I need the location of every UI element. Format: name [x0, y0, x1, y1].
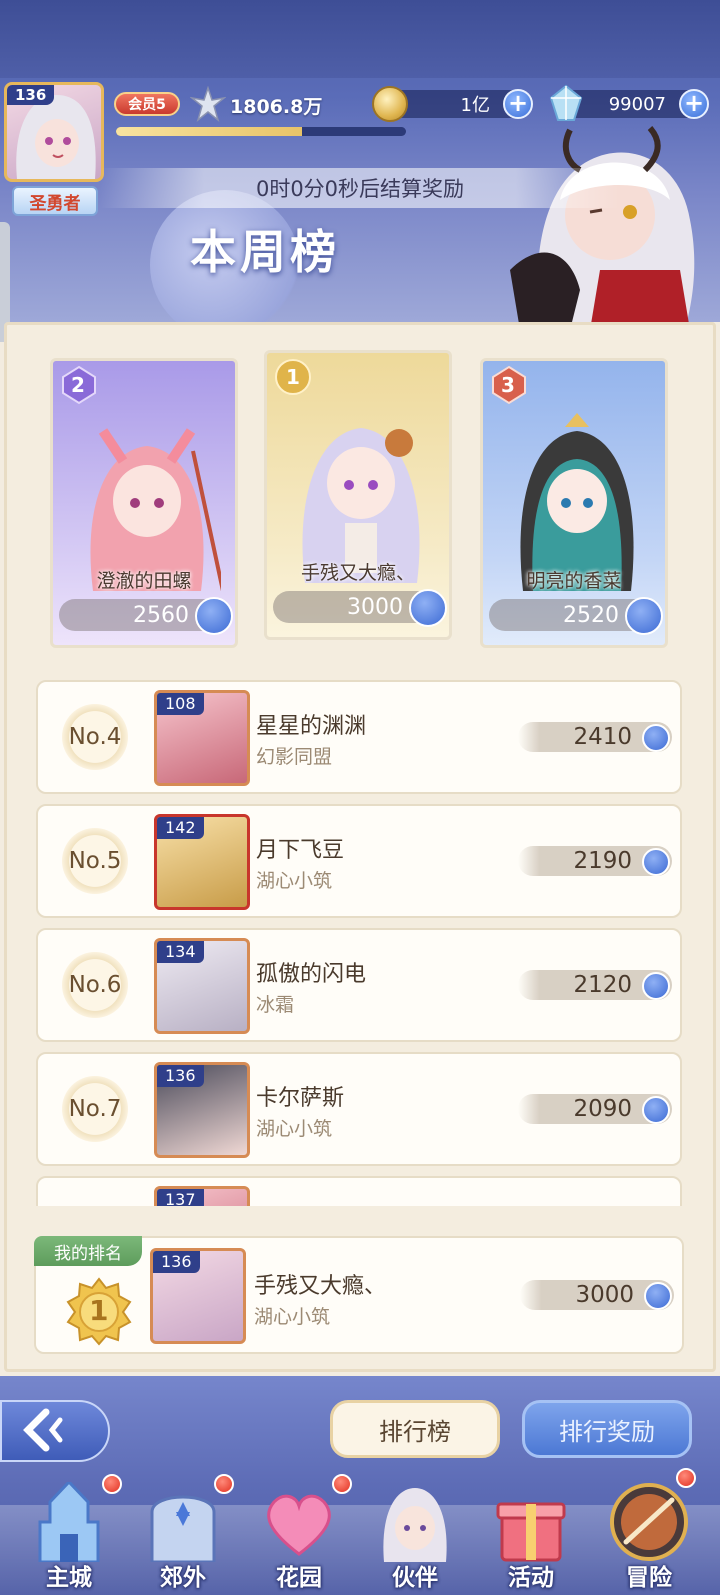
player-name: 卡尔萨斯 — [256, 1086, 345, 1111]
combat-power-icon — [190, 86, 226, 123]
player-level: 108 — [157, 693, 204, 715]
view-details-icon[interactable] — [642, 848, 670, 876]
podium-player-name: 明亮的香菜 — [526, 570, 622, 592]
nav-label: 郊外 — [160, 1565, 206, 1591]
player-name: 孤傲的闪电 — [256, 962, 367, 987]
nav-garden[interactable]: 花园 — [244, 1474, 354, 1594]
nav-label: 伙伴 — [392, 1565, 438, 1591]
guild-name: 幻影同盟 — [256, 746, 333, 768]
banner-character-art — [510, 126, 695, 322]
rank-number: No.6 — [62, 952, 128, 1018]
back-arrow-icon — [23, 1408, 63, 1452]
player-level: 136 — [7, 85, 55, 105]
castle-icon — [38, 1482, 100, 1562]
nav-outskirts[interactable]: 郊外 — [128, 1474, 238, 1594]
combat-power-value: 1806.8万 — [230, 96, 323, 118]
podium-rank-1[interactable]: 1 手残又大瘾、 3000 — [264, 350, 452, 640]
nav-label: 活动 — [508, 1565, 554, 1591]
table-row[interactable]: 137 — [36, 1176, 682, 1206]
avatar: 136 — [154, 1062, 250, 1158]
page-title: 本周榜 — [190, 225, 340, 279]
player-title-badge[interactable]: 圣勇者 — [12, 186, 98, 216]
guild-name: 湖心小筑 — [256, 1118, 333, 1140]
podium-character-art — [520, 413, 634, 591]
view-details-icon[interactable] — [409, 589, 447, 627]
settlement-timer: 0时0分0秒后结算奖励 — [100, 168, 620, 208]
tab-leaderboard[interactable]: 排行榜 — [330, 1400, 500, 1458]
nav-label: 花园 — [276, 1565, 322, 1591]
notification-dot — [102, 1474, 122, 1494]
gate-icon — [150, 1495, 216, 1562]
podium-rank-3[interactable]: 3 明亮的香菜 2520 — [480, 358, 668, 648]
podium-player-name: 澄澈的田螺 — [96, 570, 192, 592]
table-row[interactable]: No.7 136 卡尔萨斯 湖心小筑 2090 — [36, 1052, 682, 1166]
avatar: 108 — [154, 690, 250, 786]
exp-bar-fill — [116, 127, 302, 136]
avatar: 142 — [154, 814, 250, 910]
view-details-icon[interactable] — [644, 1282, 672, 1310]
podium-player-name: 手残又大瘾、 — [300, 562, 415, 584]
nav-events[interactable]: 活动 — [476, 1482, 586, 1594]
player-name: 月下飞豆 — [256, 838, 345, 863]
tab-rank-rewards[interactable]: 排行奖励 — [522, 1400, 692, 1458]
rank-number: No.7 — [62, 1076, 128, 1142]
podium-character-art — [302, 428, 420, 583]
avatar: 137 — [154, 1186, 250, 1206]
view-details-icon[interactable] — [195, 597, 233, 635]
podium-character-art — [90, 428, 221, 591]
sword-icon — [610, 1483, 688, 1561]
rank-number: No.4 — [62, 704, 128, 770]
gift-icon — [496, 1502, 566, 1562]
player-avatar[interactable]: 136 — [4, 82, 104, 182]
my-rank-number: 1 — [89, 1294, 109, 1327]
avatar: 134 — [154, 938, 250, 1034]
top-strip — [0, 0, 720, 78]
notification-dot — [214, 1474, 234, 1494]
table-row[interactable]: No.5 142 月下飞豆 湖心小筑 2190 — [36, 804, 682, 918]
podium-rank-2[interactable]: 2 澄澈的田螺 2560 — [50, 358, 238, 648]
player-level: 136 — [153, 1251, 200, 1273]
rank-list[interactable]: No.4 108 星星的渊渊 幻影同盟 2410 No.5 142 月下飞豆 湖… — [34, 676, 686, 1206]
player-level: 142 — [157, 817, 204, 839]
my-rank-label: 我的排名 — [34, 1236, 142, 1266]
exp-bar — [116, 127, 406, 136]
view-details-icon[interactable] — [642, 724, 670, 752]
view-details-icon[interactable] — [625, 597, 663, 635]
guild-name: 冰霜 — [256, 994, 295, 1016]
rank-number: No.5 — [62, 828, 128, 894]
nav-label: 主城 — [46, 1565, 92, 1591]
avatar: 136 — [150, 1248, 246, 1344]
player-level: 134 — [157, 941, 204, 963]
add-gold-button[interactable]: + — [503, 89, 533, 119]
nav-adventure[interactable]: 冒险 — [594, 1468, 704, 1594]
vip-badge[interactable]: 会员5 — [114, 92, 180, 116]
player-level: 137 — [157, 1189, 204, 1206]
player-name: 手残又大瘾、 — [254, 1274, 387, 1299]
gold-coin-icon — [372, 86, 408, 122]
header-banner — [0, 0, 720, 322]
back-button[interactable] — [0, 1400, 110, 1462]
view-details-icon[interactable] — [642, 1096, 670, 1124]
table-row[interactable]: No.6 134 孤傲的闪电 冰霜 2120 — [36, 928, 682, 1042]
nav-companions[interactable]: 伙伴 — [360, 1482, 470, 1594]
crystal-gem-icon — [549, 84, 583, 121]
add-gems-button[interactable]: + — [679, 89, 709, 119]
player-level: 136 — [157, 1065, 204, 1087]
guild-name: 湖心小筑 — [256, 870, 333, 892]
player-name: 星星的渊渊 — [256, 714, 367, 739]
heart-icon — [267, 1494, 331, 1556]
notification-dot — [332, 1474, 352, 1494]
notification-dot — [676, 1468, 696, 1488]
table-row[interactable]: No.4 108 星星的渊渊 幻影同盟 2410 — [36, 680, 682, 794]
companion-icon — [383, 1488, 447, 1562]
view-details-icon[interactable] — [642, 972, 670, 1000]
nav-main-city[interactable]: 主城 — [14, 1474, 124, 1594]
nav-label: 冒险 — [626, 1565, 672, 1591]
guild-name: 湖心小筑 — [254, 1306, 331, 1328]
